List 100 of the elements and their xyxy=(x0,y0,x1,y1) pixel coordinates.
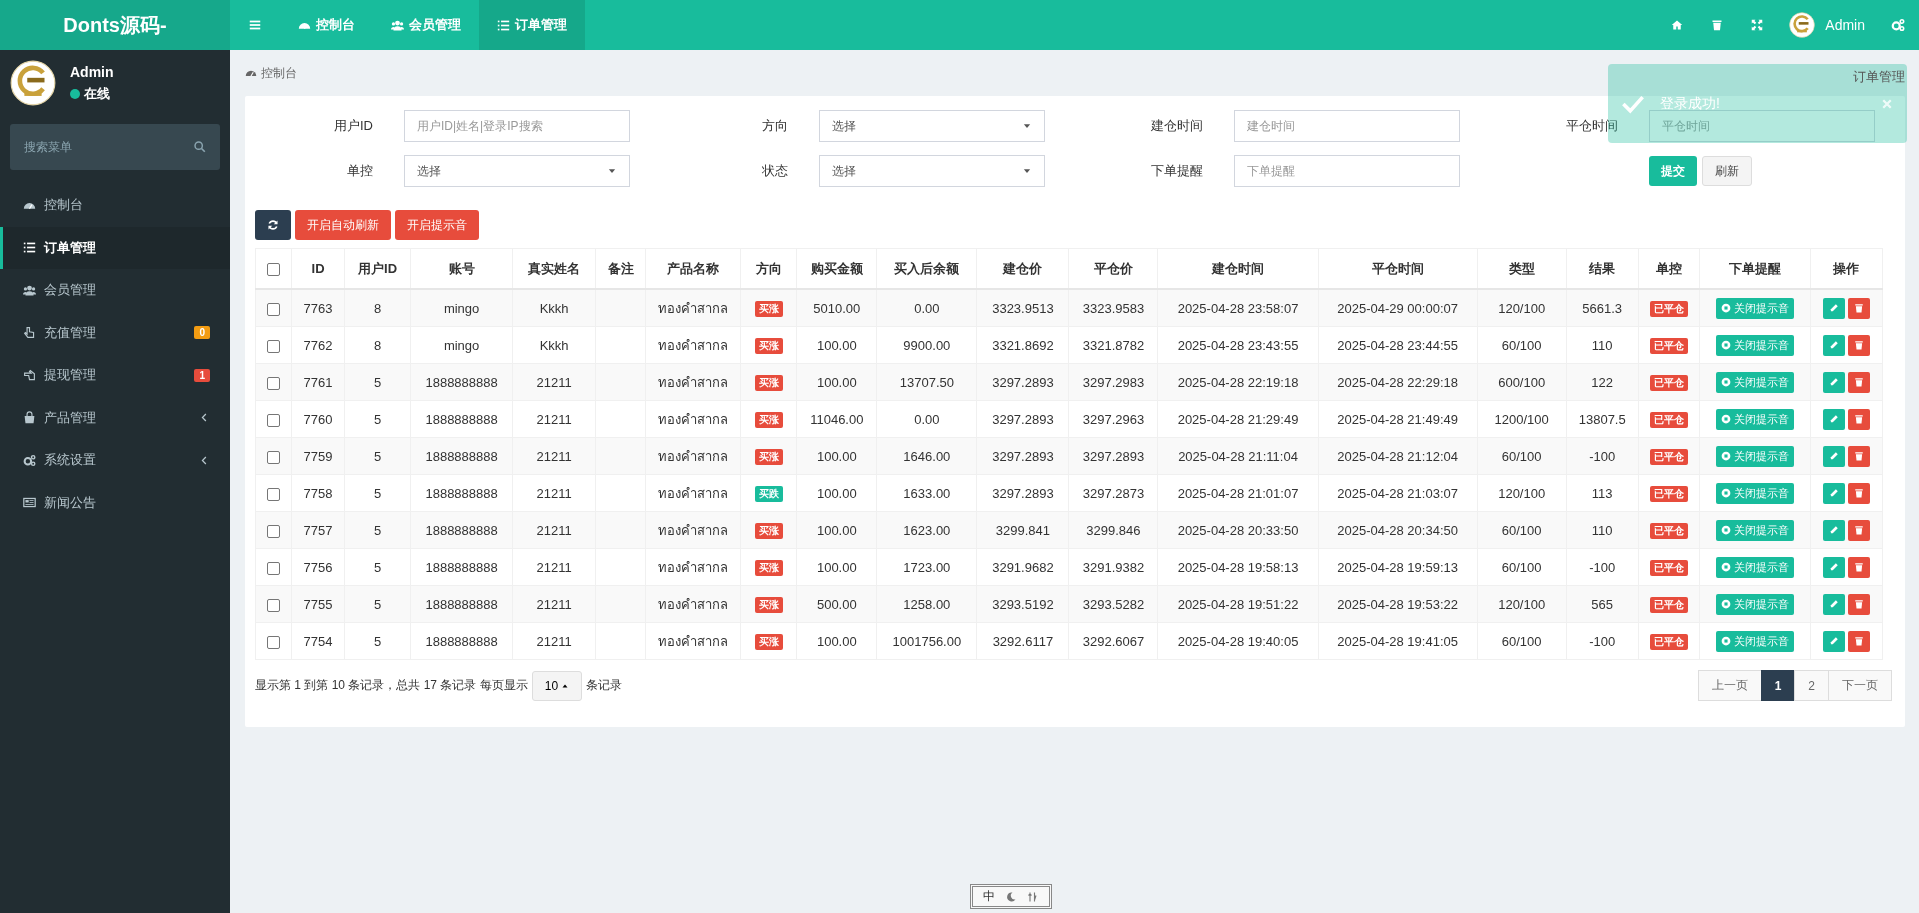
pencil-icon xyxy=(1828,525,1839,535)
page-button[interactable]: 上一页 xyxy=(1697,670,1762,701)
table-cell: 7759 xyxy=(303,448,333,464)
count-badge: 1 xyxy=(194,368,210,382)
table-cell: 2025-04-28 23:44:55 xyxy=(1337,337,1458,353)
sidebar-item[interactable]: 控制台 xyxy=(0,184,230,227)
nav-tab[interactable]: 订单管理 xyxy=(479,0,585,50)
delete-button[interactable] xyxy=(1847,297,1870,319)
sidebar-item[interactable]: 产品管理 xyxy=(0,396,230,439)
select-field[interactable]: 选择 xyxy=(404,155,630,187)
delete-button[interactable] xyxy=(1847,482,1870,504)
table-cell: 1888888888 xyxy=(425,559,498,575)
delete-button[interactable] xyxy=(1847,519,1870,541)
edit-button[interactable] xyxy=(1822,556,1845,578)
checkbox[interactable] xyxy=(267,376,280,390)
edit-button[interactable] xyxy=(1822,334,1845,356)
page-button[interactable]: 2 xyxy=(1794,670,1829,701)
table-cell: 11046.00 xyxy=(810,411,864,427)
delete-button[interactable] xyxy=(1847,593,1870,615)
stop-circle-icon xyxy=(1720,303,1731,313)
delete-button[interactable] xyxy=(1847,630,1870,652)
checkbox[interactable] xyxy=(267,524,280,538)
page-size-dropdown[interactable]: 10 xyxy=(531,670,583,701)
table-cell: 7761 xyxy=(303,374,333,390)
input-field[interactable]: 用户ID|姓名|登录IP搜索 xyxy=(404,110,630,142)
direction-tag: 买涨 xyxy=(754,596,783,613)
edit-button[interactable] xyxy=(1822,445,1845,467)
checkbox[interactable] xyxy=(267,339,280,353)
table-cell: 7755 xyxy=(303,596,333,612)
table-cell: 3323.9583 xyxy=(1082,300,1145,316)
direction-tag: 买涨 xyxy=(754,448,783,465)
delete-button[interactable] xyxy=(1847,371,1870,393)
status-tag: 已平仓 xyxy=(1649,448,1688,465)
checkbox[interactable] xyxy=(267,487,280,501)
table-cell: 2025-04-28 21:03:07 xyxy=(1337,485,1458,501)
table-cell: 100.00 xyxy=(816,448,857,464)
table-cell: 3323.9513 xyxy=(992,300,1054,316)
trash-icon xyxy=(1853,451,1864,461)
menu-icon xyxy=(248,18,262,32)
search-field[interactable]: 搜索菜单 xyxy=(10,124,220,170)
edit-button[interactable] xyxy=(1822,593,1845,615)
sidebar-item[interactable]: 提现管理 1 xyxy=(0,354,230,397)
edit-button[interactable] xyxy=(1822,482,1845,504)
sidebar-item[interactable]: 订单管理 xyxy=(0,226,230,269)
table-cell: 5 xyxy=(373,633,382,649)
sidebar-item[interactable]: 系统设置 xyxy=(0,439,230,482)
checkbox[interactable] xyxy=(267,598,280,612)
table-cell: 1200/100 xyxy=(1494,411,1549,427)
table-cell: 3297.2893 xyxy=(992,485,1054,501)
input-field[interactable]: 下单提醒 xyxy=(1234,155,1460,187)
edit-button[interactable] xyxy=(1822,297,1845,319)
checkbox[interactable] xyxy=(267,302,280,316)
table-cell: 8 xyxy=(373,337,382,353)
input-field[interactable]: 建仓时间 xyxy=(1234,110,1460,142)
input-method-toolbar[interactable]: 中 xyxy=(970,884,1052,909)
checkbox[interactable] xyxy=(267,635,280,649)
checkbox[interactable] xyxy=(267,263,280,277)
table-cell: 3291.9682 xyxy=(992,559,1054,575)
checkbox[interactable] xyxy=(267,413,280,427)
table-cell: 3299.846 xyxy=(1086,522,1141,538)
field-label: 用户ID xyxy=(333,117,373,135)
edit-button[interactable] xyxy=(1822,371,1845,393)
edit-button[interactable] xyxy=(1822,519,1845,541)
status-tag: 已平仓 xyxy=(1649,300,1688,317)
select-field[interactable]: 选择 xyxy=(819,110,1045,142)
select-field[interactable]: 选择 xyxy=(819,155,1045,187)
checkbox[interactable] xyxy=(267,450,280,464)
sidebar-item[interactable]: 充值管理 0 xyxy=(0,311,230,354)
toolbar-button[interactable]: 开启提示音 xyxy=(395,210,479,240)
sidebar-item[interactable]: 新闻公告 xyxy=(0,481,230,524)
table-cell: 5 xyxy=(373,522,382,538)
delete-button[interactable] xyxy=(1847,334,1870,356)
breadcrumb-link[interactable]: 控制台 xyxy=(261,64,297,82)
toolbar-button[interactable]: 开启自动刷新 xyxy=(295,210,391,240)
delete-button[interactable] xyxy=(1847,556,1870,578)
table-cell: 2025-04-29 00:00:07 xyxy=(1337,300,1458,316)
table-cell: -100 xyxy=(1589,633,1616,649)
trash-icon xyxy=(1853,599,1864,609)
input-field[interactable]: 平仓时间 xyxy=(1649,110,1875,142)
delete-button[interactable] xyxy=(1847,445,1870,467)
table-cell: 3297.2873 xyxy=(1082,485,1145,501)
table-cell: 2025-04-28 19:53:22 xyxy=(1337,596,1458,612)
table-cell: 2025-04-28 19:51:22 xyxy=(1177,596,1299,612)
refresh-button[interactable] xyxy=(255,210,291,240)
pencil-icon xyxy=(1828,414,1839,424)
table-cell: 13807.5 xyxy=(1578,411,1626,427)
table-cell: 2025-04-28 20:33:50 xyxy=(1177,522,1299,538)
edit-button[interactable] xyxy=(1822,630,1845,652)
hand-icon xyxy=(23,368,36,382)
sidebar-item[interactable]: 会员管理 xyxy=(0,269,230,312)
checkbox[interactable] xyxy=(267,561,280,575)
table-cell: 1646.00 xyxy=(903,448,951,464)
table-cell: 110 xyxy=(1591,337,1613,353)
edit-button[interactable] xyxy=(1822,408,1845,430)
table-cell: 3299.841 xyxy=(995,522,1050,538)
delete-button[interactable] xyxy=(1847,408,1870,430)
reset-button[interactable]: 刷新 xyxy=(1702,156,1752,186)
page-button[interactable]: 下一页 xyxy=(1828,670,1892,701)
pagination-info: 显示第 1 到第 10 条记录，总共 17 条记录 每页显示 xyxy=(255,677,528,694)
brand-logo[interactable]: Donts源码- xyxy=(0,0,230,50)
